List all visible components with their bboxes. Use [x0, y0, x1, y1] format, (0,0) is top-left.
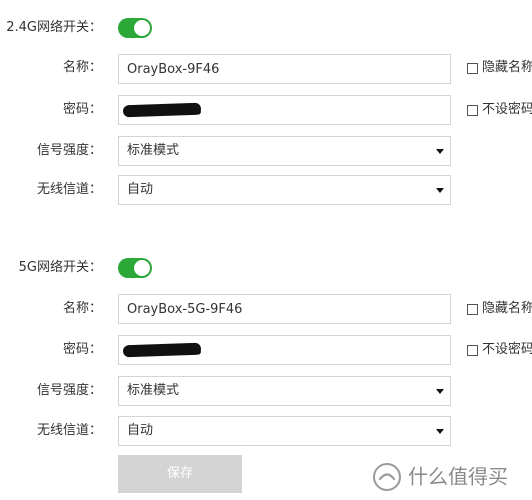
wifi-5g-no-password-checkbox[interactable]: 不设密码: [467, 340, 532, 360]
wifi-24-name-label: 名称：: [62, 60, 102, 75]
checkbox-box[interactable]: [467, 344, 478, 356]
chevron-down-icon: [436, 429, 444, 434]
checkbox-box[interactable]: [467, 62, 478, 74]
wifi-5g-switch-label: 5G网络开关：: [18, 260, 102, 275]
chevron-down-icon: [436, 188, 444, 193]
chevron-down-icon: [436, 149, 444, 154]
smzdm-logo-icon: [373, 462, 401, 491]
save-button[interactable]: 保存: [118, 455, 242, 493]
wifi-5g-name-field[interactable]: [118, 294, 451, 324]
wifi-5g-name-input[interactable]: [119, 295, 450, 323]
wifi-5g-signal-label: 信号强度：: [36, 383, 102, 398]
no-password-text: 不设密码: [482, 102, 532, 117]
wifi-5g-password-field[interactable]: [118, 335, 451, 365]
wifi-5g-name-label: 名称：: [62, 301, 102, 316]
wifi-24-no-password-checkbox[interactable]: 不设密码: [467, 100, 532, 120]
checkbox-box[interactable]: [467, 104, 478, 116]
wifi-5g-channel-select[interactable]: 自动: [118, 416, 451, 446]
wifi-24-name-field[interactable]: [118, 54, 451, 84]
hide-name-text: 隐藏名称: [482, 301, 532, 316]
wifi-24-signal-select[interactable]: 标准模式: [118, 136, 451, 166]
wifi-5g-channel-label: 无线信道：: [36, 423, 102, 438]
wifi-5g-signal-select[interactable]: 标准模式: [118, 376, 451, 406]
wifi-24-channel-select[interactable]: 自动: [118, 175, 451, 205]
watermark: 什么值得买: [372, 452, 508, 498]
toggle-knob: [134, 260, 150, 276]
select-value: 自动: [127, 423, 154, 438]
wifi-24-password-label: 密码：: [62, 102, 102, 117]
wifi-24-signal-label: 信号强度：: [36, 143, 102, 158]
watermark-text: 什么值得买: [408, 464, 508, 489]
wifi-24-toggle[interactable]: [118, 18, 152, 38]
wifi-24-channel-label: 无线信道：: [36, 182, 102, 197]
toggle-knob: [134, 20, 150, 36]
select-value: 标准模式: [127, 383, 180, 398]
wifi-24-password-field[interactable]: [118, 95, 451, 125]
checkbox-box[interactable]: [467, 303, 478, 315]
select-value: 自动: [127, 182, 154, 197]
wifi-5g-toggle[interactable]: [118, 258, 152, 278]
wifi-24-switch-label: 2.4G网络开关：: [6, 20, 102, 35]
wifi-5g-password-label: 密码：: [62, 342, 102, 357]
chevron-down-icon: [436, 389, 444, 394]
wifi-24-name-input[interactable]: [119, 55, 450, 83]
wifi-24-hide-name-checkbox[interactable]: 隐藏名称: [467, 58, 532, 78]
select-value: 标准模式: [127, 143, 180, 158]
no-password-text: 不设密码: [482, 342, 532, 357]
wifi-5g-hide-name-checkbox[interactable]: 隐藏名称: [467, 299, 532, 319]
hide-name-text: 隐藏名称: [482, 60, 532, 75]
